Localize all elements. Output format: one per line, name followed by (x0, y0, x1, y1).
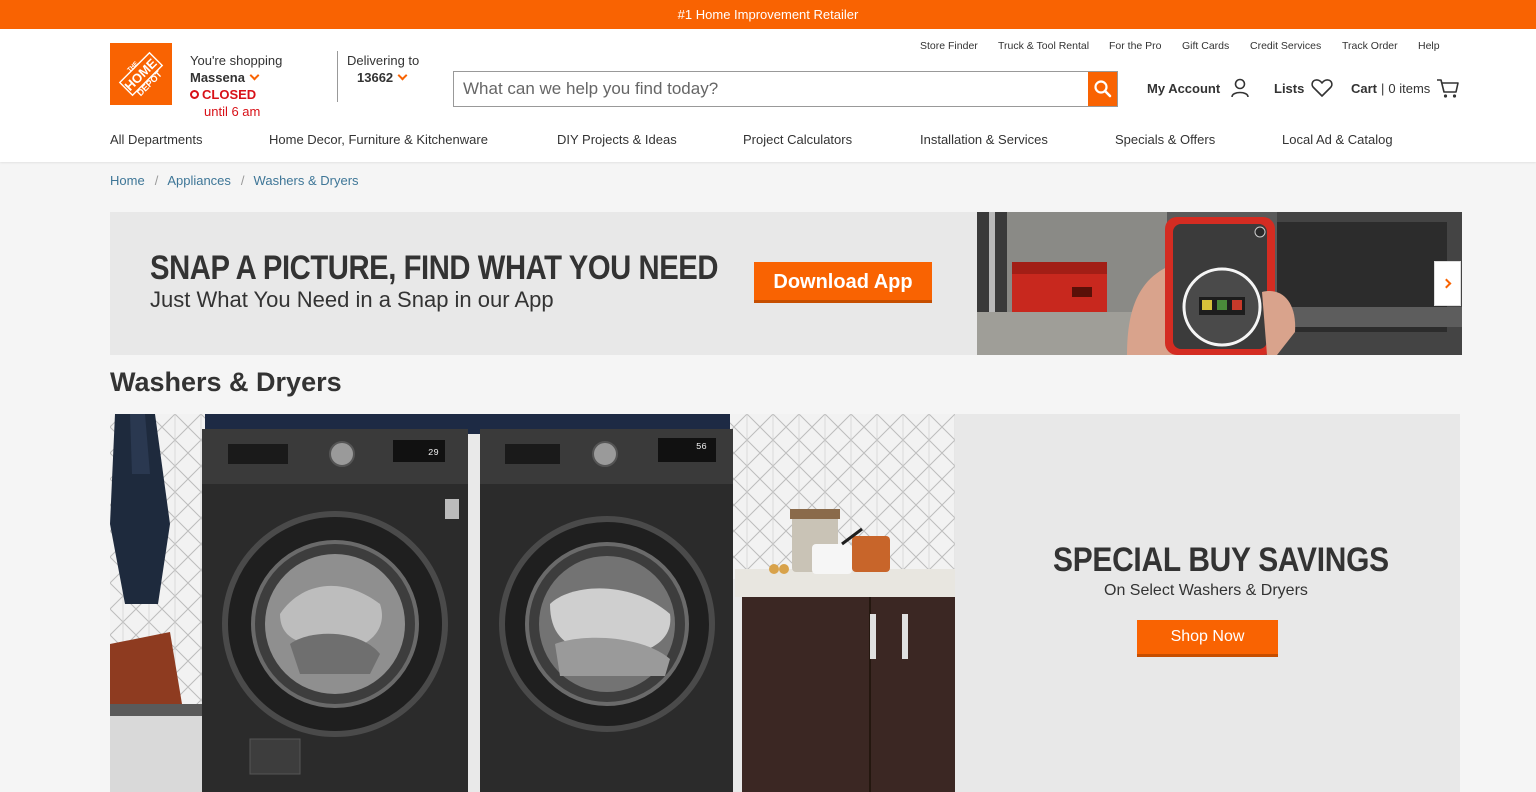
nav-local-ad-catalog[interactable]: Local Ad & Catalog (1282, 132, 1393, 147)
util-link-truck-tool-rental[interactable]: Truck & Tool Rental (998, 40, 1089, 52)
heart-icon (1311, 79, 1334, 97)
carousel-next-button[interactable] (1434, 261, 1461, 306)
store-status: CLOSED (202, 87, 257, 102)
nav-home-decor[interactable]: Home Decor, Furniture & Kitchenware (269, 132, 488, 147)
util-link-track-order[interactable]: Track Order (1342, 40, 1398, 52)
special-buy-hero[interactable]: 29 56 SPECIAL BUY SAVINGS On Select Wash… (110, 414, 1460, 792)
delivery-zip-selector[interactable]: Delivering to 13662 (347, 52, 419, 86)
delivery-label: Delivering to (347, 53, 420, 68)
cart-label: Cart (1351, 80, 1378, 96)
shop-now-button[interactable]: Shop Now (1137, 620, 1278, 657)
breadcrumb-appliances[interactable]: Appliances (167, 173, 231, 188)
site-header: THE HOME DEPOT You're shopping Massena C… (0, 29, 1536, 162)
hero-headline: SPECIAL BUY SAVINGS (1053, 541, 1389, 579)
store-selector[interactable]: You're shopping Massena CLOSED until 6 a… (190, 52, 282, 120)
user-icon (1231, 78, 1250, 98)
chevron-down-icon (397, 70, 408, 81)
store-hours: until 6 am (204, 104, 261, 119)
breadcrumb: Home / Appliances / Washers & Dryers (110, 173, 359, 188)
chevron-down-icon (249, 70, 260, 81)
lists-label: Lists (1274, 80, 1305, 96)
washer-dryer-image: 29 56 (110, 414, 955, 792)
svg-text:29: 29 (428, 448, 439, 458)
store-label: You're shopping (190, 53, 283, 68)
search-input[interactable] (454, 72, 1088, 106)
util-link-gift-cards[interactable]: Gift Cards (1182, 40, 1229, 52)
closed-icon (190, 90, 199, 99)
nav-diy-projects[interactable]: DIY Projects & Ideas (557, 132, 677, 147)
nav-all-departments[interactable]: All Departments (110, 132, 202, 147)
breadcrumb-washers-dryers[interactable]: Washers & Dryers (254, 173, 359, 188)
download-app-button[interactable]: Download App (754, 262, 932, 303)
home-depot-logo[interactable]: THE HOME DEPOT (110, 43, 172, 105)
promo-phone-image (977, 212, 1462, 355)
nav-specials-offers[interactable]: Specials & Offers (1115, 132, 1215, 147)
util-link-credit-services[interactable]: Credit Services (1250, 40, 1321, 52)
util-link-help[interactable]: Help (1418, 40, 1440, 52)
cart-icon (1437, 79, 1460, 98)
svg-text:56: 56 (696, 442, 707, 452)
page-title: Washers & Dryers (110, 367, 342, 397)
search-icon (1093, 80, 1111, 98)
top-banner: #1 Home Improvement Retailer (0, 0, 1536, 29)
breadcrumb-home[interactable]: Home (110, 173, 145, 188)
breadcrumb-separator: / (240, 173, 245, 188)
cart-link[interactable]: Cart | 0 items (1351, 77, 1460, 99)
util-link-store-finder[interactable]: Store Finder (920, 40, 978, 52)
cart-count: 0 items (1388, 80, 1431, 96)
breadcrumb-separator: / (154, 173, 159, 188)
nav-installation-services[interactable]: Installation & Services (920, 132, 1048, 147)
app-promo-banner[interactable]: SNAP A PICTURE, FIND WHAT YOU NEED Just … (110, 212, 1462, 355)
delivery-zip: 13662 (357, 70, 394, 85)
cart-separator: | (1381, 80, 1385, 96)
search-button[interactable] (1088, 72, 1117, 106)
my-account-label: My Account (1147, 80, 1221, 96)
my-account-link[interactable]: My Account (1147, 77, 1251, 99)
divider (337, 51, 338, 102)
hero-subhead: On Select Washers & Dryers (1104, 582, 1308, 599)
promo-headline: SNAP A PICTURE, FIND WHAT YOU NEED (150, 249, 719, 287)
chevron-right-icon (1441, 278, 1451, 289)
search-bar (453, 71, 1118, 107)
store-name: Massena (190, 70, 245, 85)
lists-link[interactable]: Lists (1274, 77, 1334, 99)
nav-project-calculators[interactable]: Project Calculators (743, 132, 852, 147)
util-link-for-the-pro[interactable]: For the Pro (1109, 40, 1162, 52)
promo-subhead: Just What You Need in a Snap in our App (150, 287, 554, 312)
